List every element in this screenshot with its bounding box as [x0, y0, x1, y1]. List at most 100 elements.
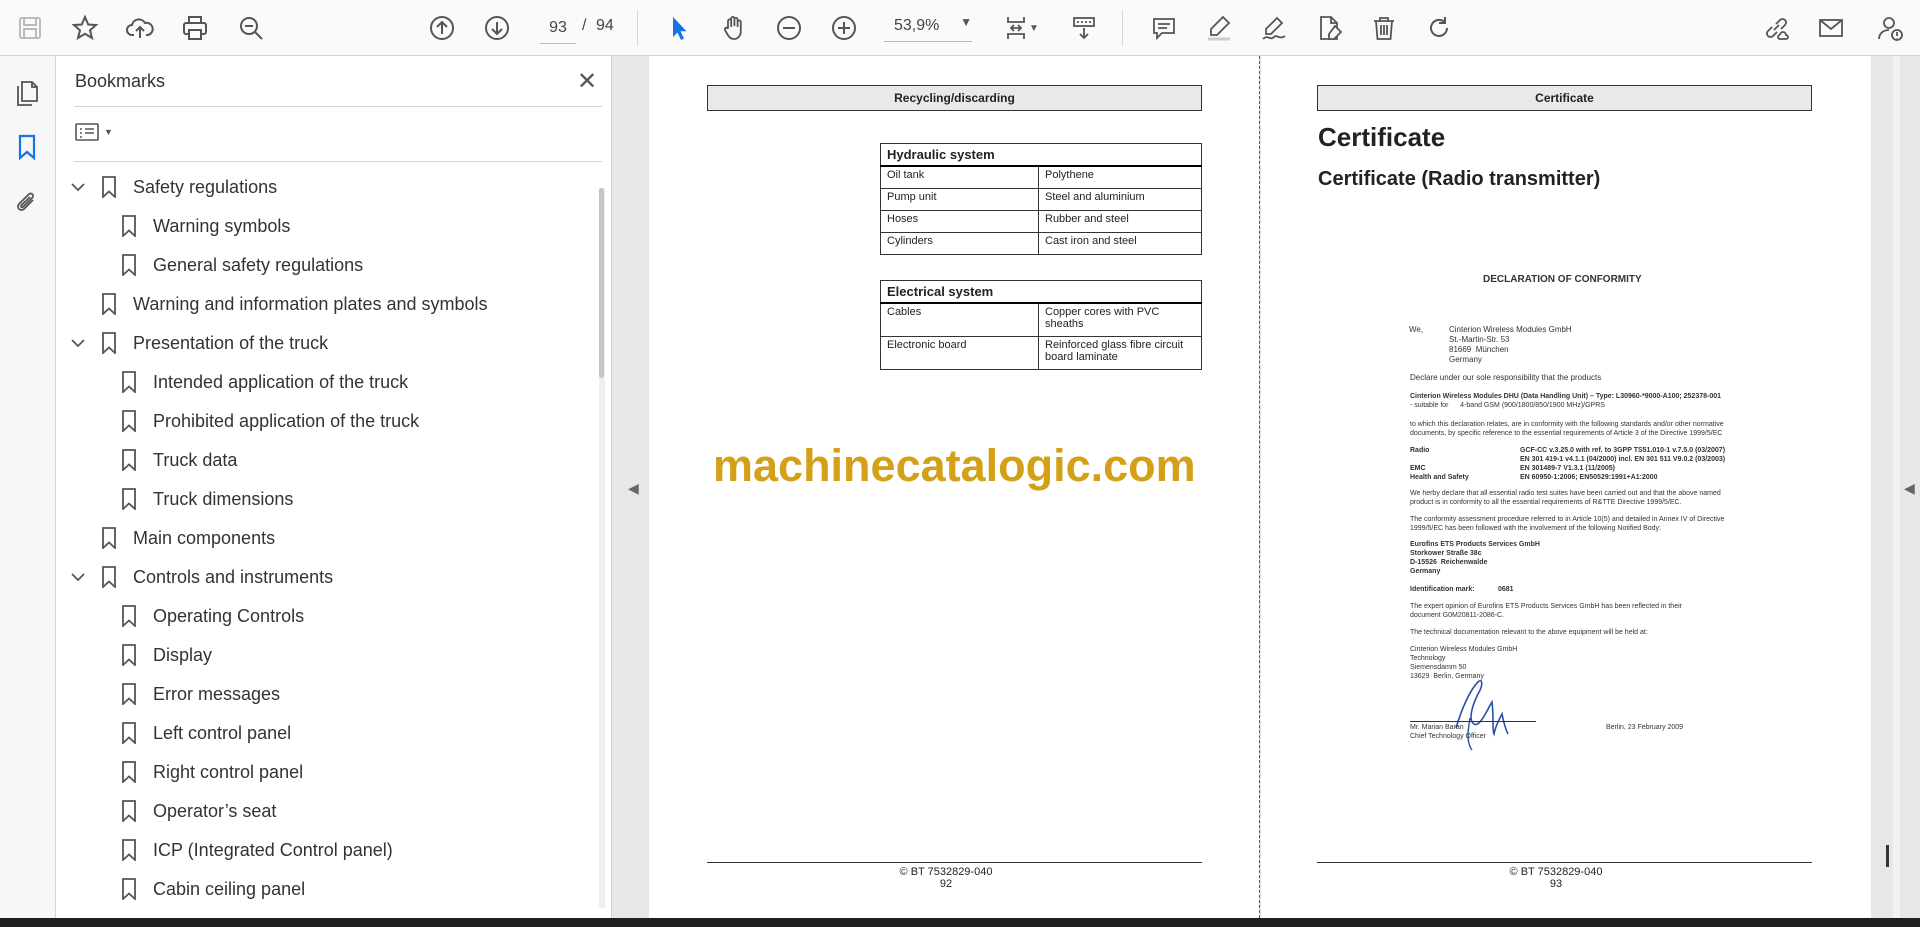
document-scrollbar-thumb[interactable]: [1886, 845, 1889, 867]
expand-right-panel-icon[interactable]: ◀: [1904, 480, 1915, 497]
bookmark-list: Safety regulations Warning symbols General…: [56, 168, 596, 920]
footer-page-number: 93: [1549, 878, 1563, 890]
chevron-down-icon[interactable]: [70, 569, 86, 585]
table-row: Electronic board Reinforced glass fibre c…: [880, 336, 1202, 370]
bookmark-item[interactable]: Operating Controls: [121, 601, 304, 631]
share-link-icon[interactable]: [1758, 10, 1794, 46]
cloud-upload-icon[interactable]: [122, 10, 158, 46]
radio-declaration: product is in conformity to all the esse…: [1410, 499, 1682, 506]
bookmarks-title: Bookmarks: [75, 71, 166, 91]
page-separator: /: [582, 17, 587, 34]
declare-text: Declare under our sole responsibility th…: [1410, 373, 1602, 382]
bookmark-item[interactable]: Right control panel: [121, 757, 303, 787]
close-icon[interactable]: ✕: [572, 66, 602, 96]
chevron-down-icon[interactable]: ▼: [1024, 10, 1044, 46]
bookmark-item[interactable]: Prohibited application of the truck: [121, 406, 419, 436]
bookmark-item[interactable]: Controls and instruments: [101, 562, 333, 592]
signature-icon[interactable]: [1256, 10, 1292, 46]
bookmark-label: Warning symbols: [153, 215, 291, 236]
bookmark-item[interactable]: Error messages: [121, 679, 280, 709]
bookmark-item[interactable]: Intended application of the truck: [121, 367, 408, 397]
standard-value: EN 60950-1:2006; EN50529:1991+A1:2000: [1520, 474, 1658, 481]
comment-icon[interactable]: [1146, 10, 1182, 46]
star-icon[interactable]: [67, 10, 103, 46]
bookmark-icon: [102, 293, 116, 315]
bookmark-item[interactable]: Display: [121, 640, 212, 670]
bookmark-options-button[interactable]: ▼: [74, 118, 120, 146]
zoom-level-value: 53,9%: [894, 17, 940, 34]
bookmark-item[interactable]: Truck dimensions: [121, 484, 293, 514]
bookmark-icon: [122, 215, 136, 237]
table-cell: Cast iron and steel: [1038, 232, 1202, 255]
bookmark-item[interactable]: Warning and information plates and symbo…: [101, 289, 488, 319]
zoom-search-icon[interactable]: [233, 10, 269, 46]
chevron-down-icon: ▼: [960, 15, 972, 29]
user-account-icon[interactable]: [1872, 10, 1908, 46]
bookmark-item[interactable]: ICP (Integrated Control panel): [121, 835, 393, 865]
bookmark-item[interactable]: Presentation of the truck: [101, 328, 328, 358]
bookmark-icon: [122, 878, 136, 900]
highlighter-icon[interactable]: [1201, 10, 1237, 46]
bookmark-item[interactable]: Main components: [101, 523, 275, 553]
address-line: Germany: [1449, 355, 1482, 364]
zoom-level-dropdown[interactable]: 53,9% ▼: [884, 13, 972, 42]
identification-mark-value: 0681: [1498, 586, 1514, 593]
zoom-in-icon[interactable]: [826, 10, 862, 46]
bookmark-item[interactable]: Left control panel: [121, 718, 291, 748]
bookmarks-panel: Bookmarks ✕ ▼ Safety regulations Warning …: [56, 56, 612, 927]
chevron-down-icon[interactable]: [70, 335, 86, 351]
bookmark-item[interactable]: Operator’s seat: [121, 796, 276, 826]
select-cursor-icon[interactable]: [661, 10, 697, 46]
edit-document-icon[interactable]: [1311, 10, 1347, 46]
address-line: 81669 München: [1449, 345, 1509, 354]
bookmark-icon: [122, 449, 136, 471]
standard-label: Radio: [1410, 447, 1430, 454]
divider: [74, 161, 602, 162]
bookmark-item[interactable]: Safety regulations: [101, 172, 277, 202]
previous-page-icon[interactable]: [424, 10, 460, 46]
bookmark-item[interactable]: Cabin ceiling panel: [121, 874, 305, 904]
bookmark-item[interactable]: Truck data: [121, 445, 237, 475]
table-cell: Steel and aluminium: [1038, 188, 1202, 211]
table-cell: Cables: [880, 302, 1039, 337]
scroll-mode-icon[interactable]: [1066, 10, 1102, 46]
page-number-input[interactable]: [540, 13, 576, 44]
bookmark-label: ICP (Integrated Control panel): [153, 839, 393, 860]
certificate-title: Certificate: [1318, 122, 1446, 152]
bookmark-scrollbar-thumb[interactable]: [599, 188, 604, 378]
table-cell: Polythene: [1038, 165, 1202, 189]
bookmark-item[interactable]: General safety regulations: [121, 250, 363, 280]
bookmarks-icon[interactable]: [10, 130, 44, 164]
collapse-left-panel-icon[interactable]: ◀: [628, 480, 639, 497]
bookmark-icon: [122, 488, 136, 510]
table-row: Cables Copper cores with PVC sheaths: [880, 302, 1202, 337]
bookmark-item[interactable]: Warning symbols: [121, 211, 290, 241]
zoom-out-icon[interactable]: [771, 10, 807, 46]
trash-icon[interactable]: [1366, 10, 1402, 46]
bookmark-label: Presentation of the truck: [133, 332, 329, 353]
table-row: Hoses Rubber and steel: [880, 210, 1202, 233]
toolbar-divider: [1122, 10, 1123, 46]
table-cell: Oil tank: [880, 165, 1039, 189]
hand-tool-icon[interactable]: [716, 10, 752, 46]
left-tool-rail: [0, 56, 56, 927]
save-icon[interactable]: [12, 10, 48, 46]
bookmark-icon: [122, 839, 136, 861]
chevron-down-icon[interactable]: [70, 179, 86, 195]
table-cell: Copper cores with PVC sheaths: [1038, 302, 1202, 337]
print-icon[interactable]: [177, 10, 213, 46]
email-icon[interactable]: [1813, 10, 1849, 46]
bookmark-icon: [102, 566, 116, 588]
page-thumbnails-icon[interactable]: [10, 76, 44, 110]
signer-title: Chief Technology Officer: [1410, 733, 1487, 740]
page-divider: [1259, 56, 1260, 918]
bookmark-label: General safety regulations: [153, 254, 364, 275]
list-options-icon: [75, 123, 99, 141]
footer-rule: [707, 862, 1202, 863]
bookmark-label: Error messages: [153, 683, 281, 704]
attachments-icon[interactable]: [10, 186, 44, 220]
document-scrollbar-track[interactable]: [1893, 56, 1900, 918]
page-header-certificate: Certificate: [1317, 85, 1812, 111]
rotate-icon[interactable]: [1421, 10, 1457, 46]
next-page-icon[interactable]: [479, 10, 515, 46]
